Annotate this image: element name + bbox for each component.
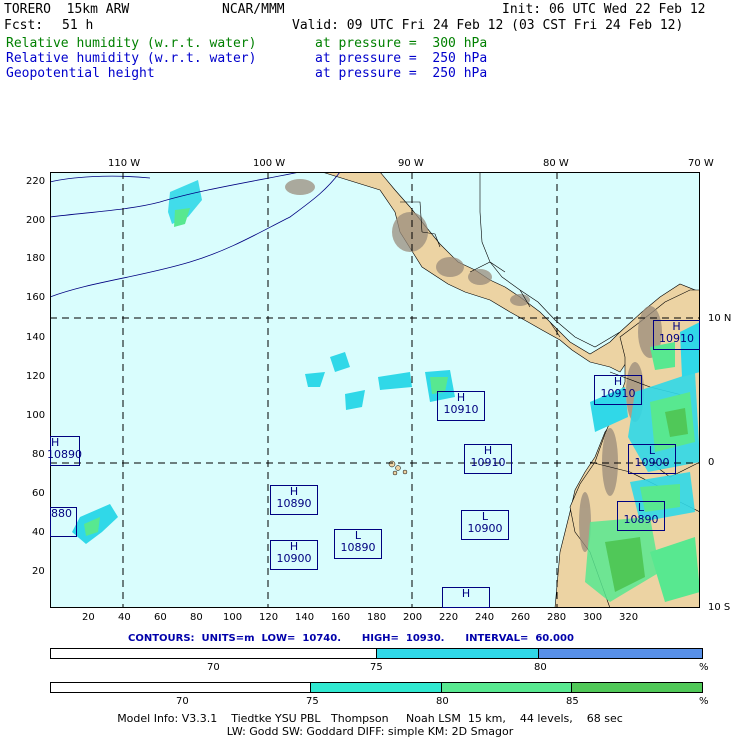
map-panel: H 10910 H 10910 H 10910 H 10910 L 10900 … bbox=[47, 172, 700, 608]
center-type: H bbox=[461, 587, 471, 600]
lat-label-0: 0 bbox=[708, 457, 715, 468]
colorbar-1-label-70: 70 bbox=[207, 662, 220, 673]
x-tick-240: 240 bbox=[475, 612, 495, 623]
pressure-center-3: H 10910 bbox=[594, 375, 642, 405]
pressure-center-2: H 10910 bbox=[464, 444, 512, 474]
center-value: 10910 bbox=[470, 456, 506, 469]
y-tick-140: 140 bbox=[26, 332, 46, 343]
field-2-level: at pressure = 250 hPa bbox=[315, 51, 488, 66]
x-tick-140: 140 bbox=[295, 612, 315, 623]
y-tick-20: 20 bbox=[32, 566, 45, 577]
pressure-center-12: 880 bbox=[50, 507, 77, 537]
center-value: 880 bbox=[51, 507, 72, 520]
model-title: TORERO 15km ARW bbox=[4, 2, 130, 17]
center-value: 10900 bbox=[276, 552, 312, 565]
y-tick-120: 120 bbox=[26, 371, 46, 382]
colorbar-1-label-80: 80 bbox=[534, 662, 547, 673]
x-tick-260: 260 bbox=[511, 612, 531, 623]
x-tick-20: 20 bbox=[82, 612, 95, 623]
field-2-name: Relative humidity (w.r.t. water) bbox=[6, 51, 257, 66]
colorbar-segment bbox=[311, 683, 442, 692]
lat-label-10n: 10 N bbox=[708, 313, 732, 324]
forecast-hour: 51 h bbox=[62, 18, 94, 33]
y-tick-180: 180 bbox=[26, 253, 46, 264]
center-value: 10890 bbox=[623, 513, 659, 526]
colorbar-segment bbox=[51, 649, 377, 658]
colorbar-300hpa bbox=[50, 682, 703, 693]
colorbar-1-label-75: 75 bbox=[370, 662, 383, 673]
y-tick-100: 100 bbox=[26, 410, 46, 421]
model-info: Model Info: V3.3.1 Tiedtke YSU PBL Thomp… bbox=[117, 712, 623, 725]
center-value: 10910 bbox=[659, 332, 694, 345]
colorbar-250hpa bbox=[50, 648, 703, 659]
center-value: 10910 bbox=[443, 403, 479, 416]
center-value: 10890 bbox=[47, 448, 82, 461]
colorbar-segment bbox=[441, 683, 572, 692]
x-tick-160: 160 bbox=[331, 612, 351, 623]
colorbar-1-unit: % bbox=[699, 662, 709, 673]
pressure-center-11: H 10890 bbox=[47, 436, 82, 466]
pressure-center-7: L 10900 bbox=[461, 510, 509, 540]
pressure-center-6: L 10890 bbox=[617, 501, 665, 531]
pressure-center-4: H 10910 bbox=[653, 320, 700, 350]
contour-info: CONTOURS: UNITS=m LOW= 10740. HIGH= 1093… bbox=[128, 633, 574, 644]
x-tick-220: 220 bbox=[439, 612, 459, 623]
colorbar-segment bbox=[376, 649, 540, 658]
x-tick-80: 80 bbox=[190, 612, 203, 623]
pressure-center-5: L 10900 bbox=[628, 444, 676, 474]
x-tick-120: 120 bbox=[259, 612, 279, 623]
x-tick-300: 300 bbox=[583, 612, 603, 623]
center-value: 10890 bbox=[340, 541, 376, 554]
y-tick-220: 220 bbox=[26, 176, 46, 187]
lon-label-70w: 70 W bbox=[688, 158, 714, 169]
lon-label-90w: 90 W bbox=[398, 158, 424, 169]
center-value: 10910 bbox=[600, 387, 636, 400]
field-1-name: Relative humidity (w.r.t. water) bbox=[6, 36, 257, 51]
pressure-center-1: H 10910 bbox=[437, 391, 485, 421]
x-tick-100: 100 bbox=[223, 612, 243, 623]
x-tick-320: 320 bbox=[619, 612, 639, 623]
y-tick-80: 80 bbox=[32, 449, 45, 460]
pressure-center-9: L 10890 bbox=[334, 529, 382, 559]
center-value: 10900 bbox=[467, 522, 503, 535]
colorbar-2-unit: % bbox=[699, 696, 709, 707]
valid-time: Valid: 09 UTC Fri 24 Feb 12 (03 CST Fri … bbox=[292, 18, 684, 33]
init-time: Init: 06 UTC Wed 22 Feb 12 bbox=[502, 2, 706, 17]
y-tick-60: 60 bbox=[32, 488, 45, 499]
x-tick-180: 180 bbox=[367, 612, 387, 623]
center-value: 10890 bbox=[276, 497, 312, 510]
pressure-center-10: H 10900 bbox=[270, 540, 318, 570]
lon-label-100w: 100 W bbox=[253, 158, 286, 169]
colorbar-segment bbox=[539, 649, 702, 658]
colorbar-2-label-70: 70 bbox=[176, 696, 189, 707]
x-tick-40: 40 bbox=[118, 612, 131, 623]
colorbar-segment bbox=[51, 683, 312, 692]
colorbar-2-label-85: 85 bbox=[566, 696, 579, 707]
field-3-name: Geopotential height bbox=[6, 66, 155, 81]
y-tick-200: 200 bbox=[26, 215, 46, 226]
colorbar-segment bbox=[571, 683, 702, 692]
organization: NCAR/MMM bbox=[222, 2, 285, 17]
colorbar-2-label-80: 80 bbox=[436, 696, 449, 707]
y-tick-160: 160 bbox=[26, 292, 46, 303]
lat-label-10s: 10 S bbox=[708, 602, 731, 613]
pressure-center-8: H 10890 bbox=[270, 485, 318, 515]
x-tick-200: 200 bbox=[403, 612, 423, 623]
lon-label-80w: 80 W bbox=[543, 158, 569, 169]
physics-info: LW: Godd SW: Goddard DIFF: simple KM: 2D… bbox=[226, 725, 514, 738]
field-1-level: at pressure = 300 hPa bbox=[315, 36, 488, 51]
lon-label-110w: 110 W bbox=[108, 158, 141, 169]
x-tick-280: 280 bbox=[547, 612, 567, 623]
forecast-label: Fcst: bbox=[4, 18, 44, 33]
center-value: 10900 bbox=[634, 456, 670, 469]
x-tick-60: 60 bbox=[154, 612, 167, 623]
field-3-level: at pressure = 250 hPa bbox=[315, 66, 488, 81]
pressure-center-13: H bbox=[442, 587, 490, 608]
y-tick-40: 40 bbox=[32, 527, 45, 538]
colorbar-2-label-75: 75 bbox=[306, 696, 319, 707]
